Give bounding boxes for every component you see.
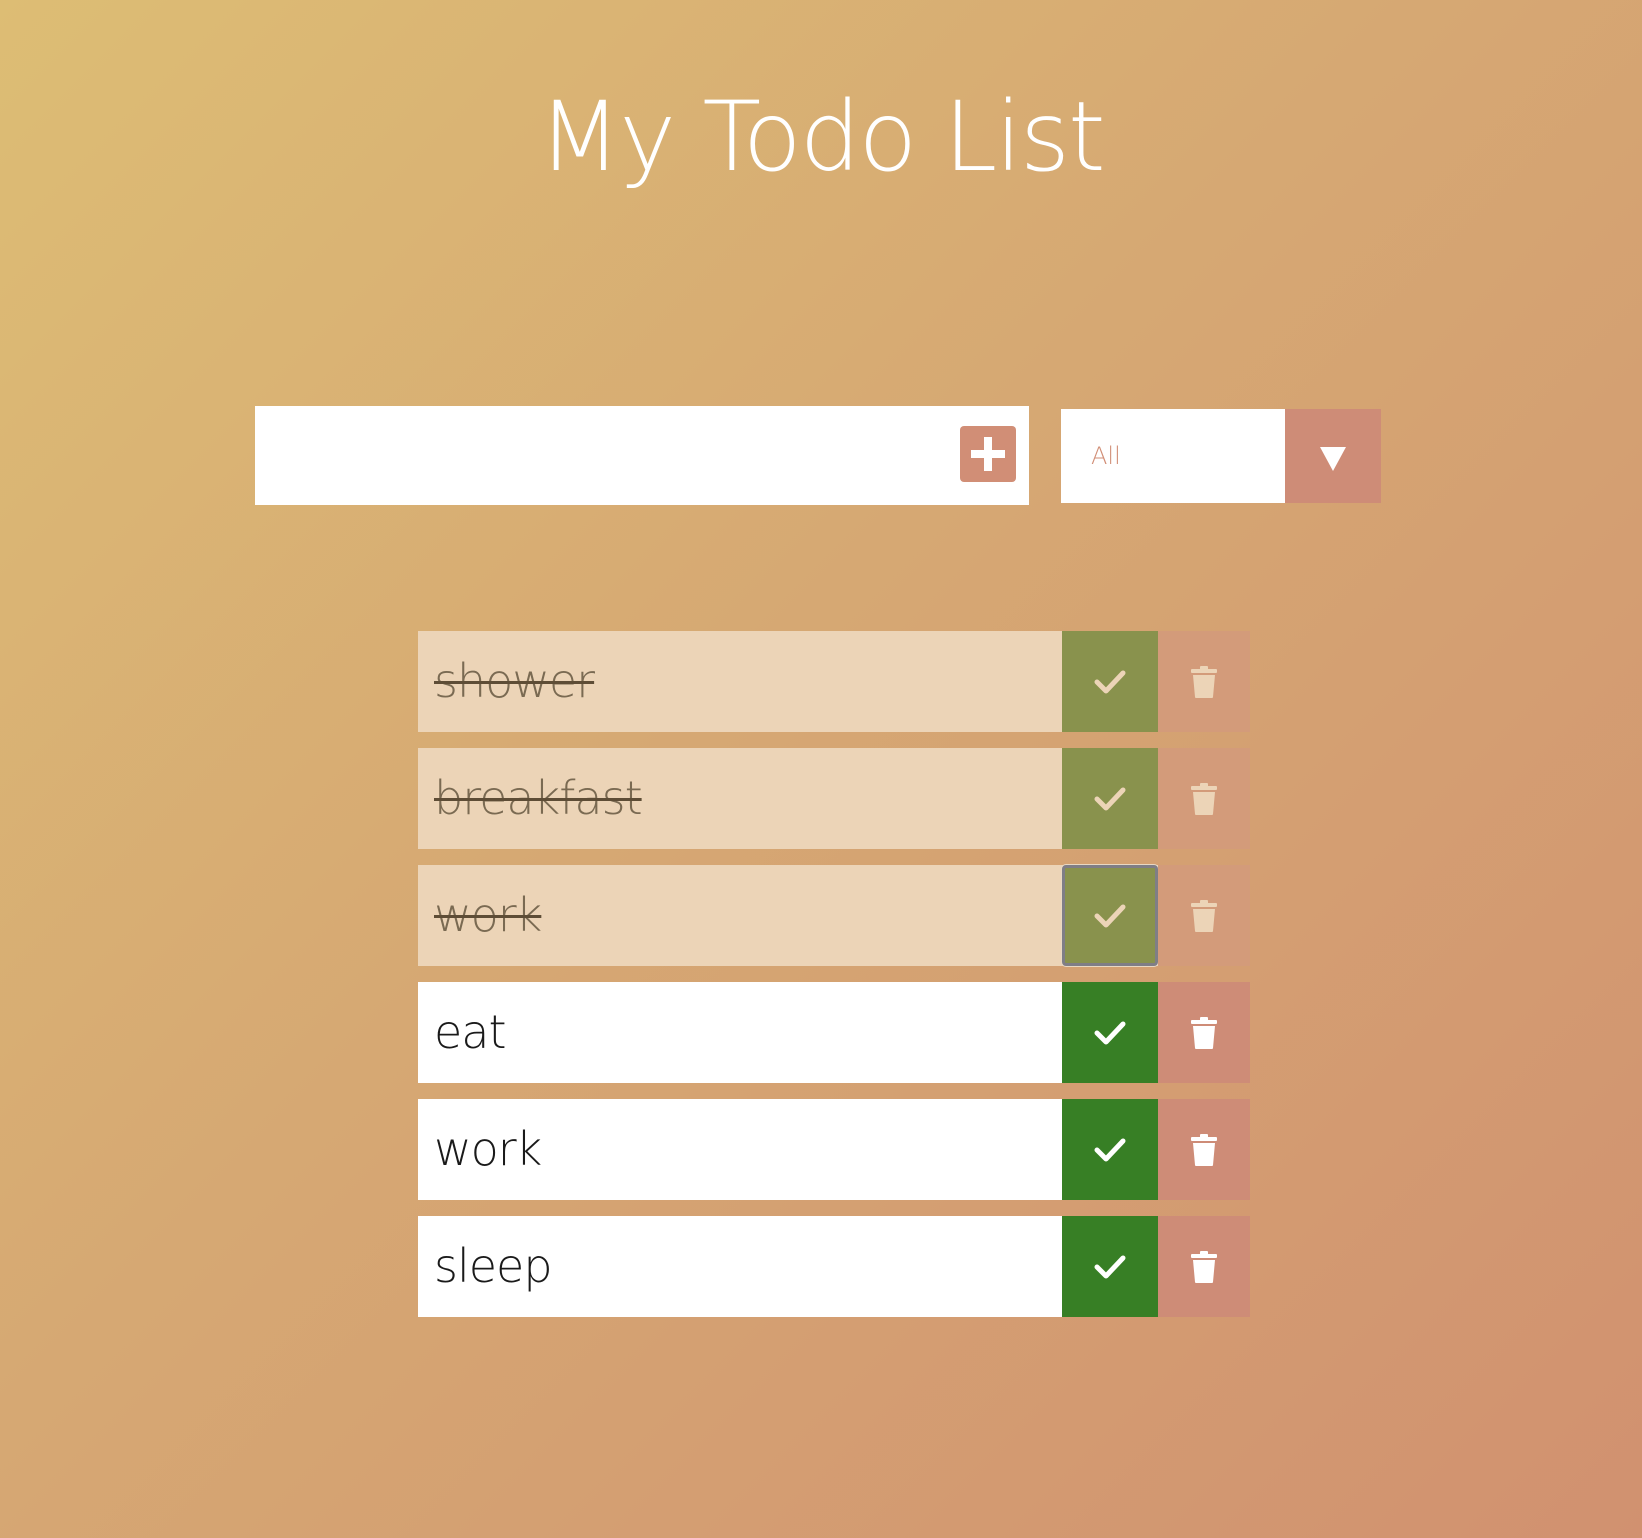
filter-select[interactable]: All (1061, 409, 1381, 503)
page-title: My Todo List (538, 81, 1105, 193)
todo-text: sleep (434, 1239, 553, 1293)
todo-item: breakfast (418, 748, 1250, 849)
triangle-down-icon (1320, 447, 1346, 471)
todo-item: work (418, 1099, 1250, 1200)
delete-button[interactable] (1158, 1216, 1250, 1317)
delete-button[interactable] (1158, 982, 1250, 1083)
complete-button[interactable] (1062, 1099, 1158, 1200)
check-icon (1094, 1255, 1126, 1278)
complete-button[interactable] (1062, 1216, 1158, 1317)
todo-item: eat (418, 982, 1250, 1083)
delete-button[interactable] (1158, 1099, 1250, 1200)
filter-dropdown-button[interactable] (1285, 409, 1381, 503)
todo-text: shower (434, 654, 595, 708)
todo-item: shower (418, 631, 1250, 732)
check-icon (1094, 787, 1126, 810)
todo-item: work (418, 865, 1250, 966)
check-icon (1094, 1138, 1126, 1161)
complete-button[interactable] (1062, 748, 1158, 849)
trash-icon (1191, 665, 1217, 698)
check-icon (1094, 1021, 1126, 1044)
trash-icon (1191, 899, 1217, 932)
todo-text: work (434, 1122, 542, 1176)
todo-input[interactable] (255, 406, 955, 505)
todo-text: eat (434, 1005, 507, 1059)
add-todo-form (255, 406, 1029, 505)
complete-button[interactable] (1062, 631, 1158, 732)
todo-text: work (434, 888, 542, 942)
add-todo-button[interactable] (960, 426, 1016, 482)
trash-icon (1191, 782, 1217, 815)
todo-text: breakfast (434, 771, 643, 825)
check-icon (1094, 904, 1126, 927)
delete-button[interactable] (1158, 631, 1250, 732)
complete-button[interactable] (1062, 865, 1158, 966)
delete-button[interactable] (1158, 865, 1250, 966)
todo-item: sleep (418, 1216, 1250, 1317)
trash-icon (1191, 1250, 1217, 1283)
complete-button[interactable] (1062, 982, 1158, 1083)
delete-button[interactable] (1158, 748, 1250, 849)
trash-icon (1191, 1016, 1217, 1049)
trash-icon (1191, 1133, 1217, 1166)
filter-selected-value: All (1091, 442, 1121, 470)
check-icon (1094, 670, 1126, 693)
plus-square-icon (971, 437, 1005, 471)
todo-list: shower breakfast work eat work sleep (418, 631, 1250, 1333)
